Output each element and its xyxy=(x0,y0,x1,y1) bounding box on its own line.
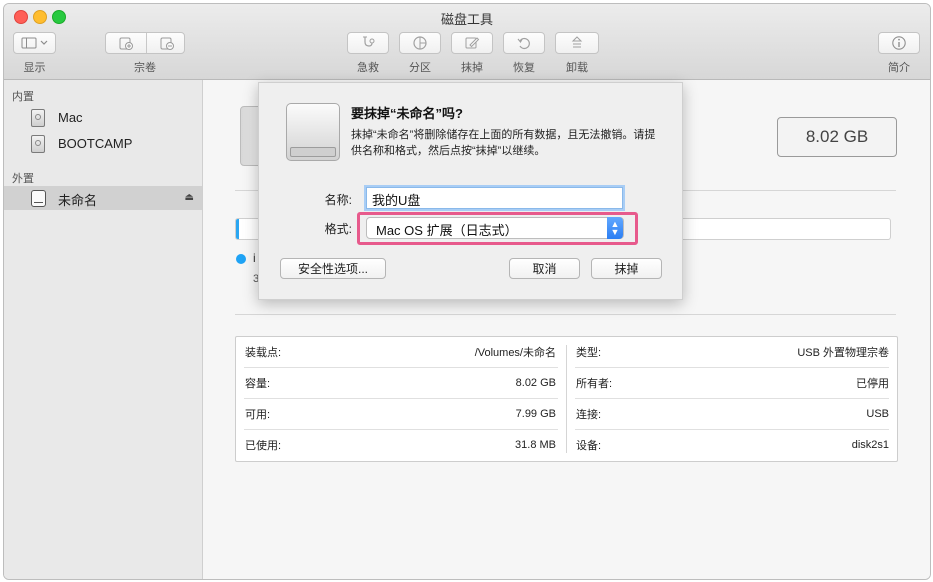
partition-button[interactable] xyxy=(399,32,441,54)
unmount-icon xyxy=(571,36,583,48)
stethoscope-icon xyxy=(363,36,375,47)
divider xyxy=(235,314,896,315)
display-label: 显示 xyxy=(23,62,46,74)
sidebar-item-mac[interactable]: Mac xyxy=(4,106,202,130)
unmount-label: 卸载 xyxy=(566,62,588,74)
info-icon xyxy=(892,36,906,50)
first-aid-button[interactable] xyxy=(347,32,389,54)
dialog-title: 要抹掉“未命名”吗? xyxy=(351,106,463,121)
sidebar-section-internal: 内置 xyxy=(12,91,34,103)
info-key: 可用: xyxy=(245,409,271,421)
info-row-capacity: 容量: 8.02 GB xyxy=(236,368,566,398)
add-volume-button[interactable] xyxy=(106,33,146,53)
info-value: USB 外置物理宗卷 xyxy=(797,347,889,359)
info-value: /Volumes/未命名 xyxy=(474,347,556,359)
sidebar-item-label: 未命名 xyxy=(58,193,98,208)
sidebar-section-external: 外置 xyxy=(12,173,34,185)
sidebar-item-untitled[interactable]: 未命名 ⏏ xyxy=(4,186,202,210)
info-value: disk2s1 xyxy=(851,439,889,451)
format-select[interactable]: Mac OS 扩展（日志式） ▲ ▼ xyxy=(366,217,624,239)
info-row-available: 可用: 7.99 GB xyxy=(236,399,566,429)
confirm-erase-button[interactable]: 抹掉 xyxy=(591,258,662,279)
erase-dialog: 要抹掉“未命名”吗? 抹掉“未命名”将删除储存在上面的所有数据，且无法撤销。请提… xyxy=(258,82,683,300)
info-row-device: 设备: disk2s1 xyxy=(567,430,897,460)
info-row-type: 类型: USB 外置物理宗卷 xyxy=(567,337,897,367)
remove-volume-button[interactable] xyxy=(147,33,186,53)
info-value: 已停用 xyxy=(856,378,889,390)
dialog-message: 抹掉“未命名”将删除储存在上面的所有数据，且无法撤销。请提供名称和格式，然后点按… xyxy=(351,129,656,157)
info-key: 所有者: xyxy=(576,378,613,390)
restore-button[interactable] xyxy=(503,32,545,54)
sidebar-item-bootcamp[interactable]: BOOTCAMP xyxy=(4,132,202,156)
info-button[interactable] xyxy=(878,32,920,54)
info-label: 简介 xyxy=(888,62,910,74)
display-button[interactable] xyxy=(13,32,56,54)
volume-label: 宗卷 xyxy=(134,62,156,74)
info-key: 类型: xyxy=(576,347,602,359)
restore-icon xyxy=(517,37,530,50)
volume-info-table: 装载点: /Volumes/未命名 容量: 8.02 GB 可用: 7.99 G… xyxy=(235,336,898,462)
info-value: 7.99 GB xyxy=(515,408,556,420)
volume-segmented-control xyxy=(105,32,185,54)
used-legend-label: i xyxy=(253,251,256,265)
remove-volume-icon xyxy=(160,37,174,50)
eject-icon[interactable]: ⏏ xyxy=(185,192,194,203)
security-options-button[interactable]: 安全性选项... xyxy=(280,258,386,279)
info-key: 设备: xyxy=(576,440,602,452)
name-field[interactable]: 我的U盘 xyxy=(366,187,623,209)
info-key: 连接: xyxy=(576,409,602,421)
sidebar: 内置 Mac BOOTCAMP 外置 未命名 ⏏ xyxy=(4,80,203,579)
info-key: 容量: xyxy=(245,378,271,390)
format-label: 格式: xyxy=(324,222,352,236)
used-legend-dot xyxy=(236,254,246,264)
info-row-connection: 连接: USB xyxy=(567,399,897,429)
external-disk-icon xyxy=(31,190,46,207)
info-row-mount-point: 装载点: /Volumes/未命名 xyxy=(236,337,566,367)
info-key: 已使用: xyxy=(245,440,282,452)
info-row-used: 已使用: 31.8 MB xyxy=(236,430,566,460)
sidebar-item-label: BOOTCAMP xyxy=(58,136,133,151)
cancel-button[interactable]: 取消 xyxy=(509,258,580,279)
unmount-button[interactable] xyxy=(555,32,599,54)
sidebar-view-icon xyxy=(21,37,47,49)
name-label: 名称: xyxy=(324,193,352,207)
internal-disk-icon xyxy=(31,109,45,127)
format-select-value: Mac OS 扩展（日志式） xyxy=(376,223,518,238)
info-key: 装载点: xyxy=(245,347,282,359)
erase-label: 抹掉 xyxy=(461,62,483,74)
window-title: 磁盘工具 xyxy=(440,12,493,27)
partition-icon xyxy=(413,36,427,50)
info-value: 31.8 MB xyxy=(515,439,556,451)
first-aid-label: 急救 xyxy=(357,62,379,74)
external-drive-icon xyxy=(286,103,340,163)
partition-label: 分区 xyxy=(409,62,431,74)
internal-disk-icon xyxy=(31,135,45,153)
erase-icon xyxy=(465,37,480,49)
capacity-badge: 8.02 GB xyxy=(777,117,897,157)
info-value: 8.02 GB xyxy=(515,377,556,389)
select-arrows-icon: ▲ ▼ xyxy=(607,217,623,239)
info-value: USB xyxy=(866,408,889,420)
add-volume-icon xyxy=(119,37,133,50)
erase-button[interactable] xyxy=(451,32,493,54)
info-row-owners: 所有者: 已停用 xyxy=(567,368,897,398)
sidebar-item-label: Mac xyxy=(58,110,83,125)
toolbar: 磁盘工具 显示 宗卷 急救 分区 抹掉 恢复 卸载 简介 xyxy=(4,4,930,80)
disk-utility-window: 磁盘工具 显示 宗卷 急救 分区 抹掉 恢复 卸载 简介 内置 Mac BOOT… xyxy=(3,3,931,580)
restore-label: 恢复 xyxy=(513,62,535,74)
usage-bar-fill xyxy=(236,219,239,239)
